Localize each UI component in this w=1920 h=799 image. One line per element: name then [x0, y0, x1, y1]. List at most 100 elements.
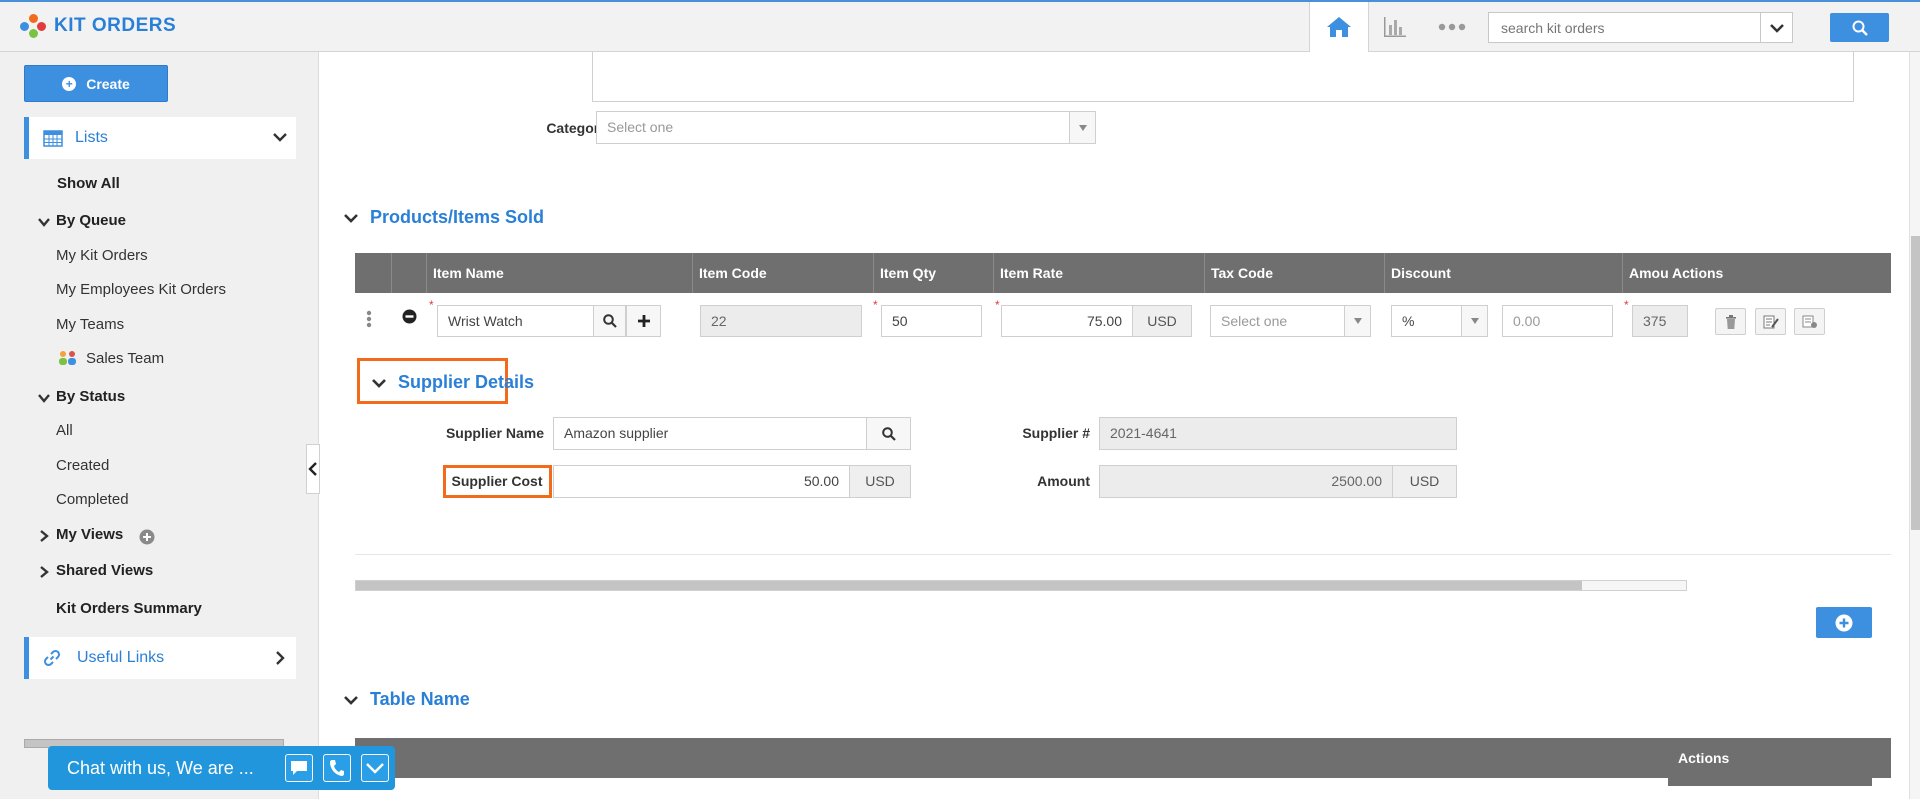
trash-icon	[1725, 314, 1736, 329]
products-section-header[interactable]: Products/Items Sold	[344, 207, 544, 228]
useful-links-panel-header[interactable]: Useful Links	[24, 637, 296, 679]
supplier-number-field: 2021-4641	[1099, 417, 1457, 450]
delete-row-button[interactable]	[1715, 308, 1746, 335]
link-icon	[43, 649, 61, 667]
supplier-search-button[interactable]	[866, 417, 911, 450]
supplier-section-title: Supplier Details	[398, 372, 535, 392]
sidebar-item-completed[interactable]: Completed	[56, 491, 129, 508]
supplier-name-label: Supplier Name	[445, 425, 544, 441]
chat-call-button[interactable]	[323, 754, 351, 782]
chevron-down-icon[interactable]	[38, 216, 50, 228]
more-button[interactable]	[1434, 12, 1470, 42]
chevron-right-icon	[276, 651, 285, 665]
home-icon	[1327, 17, 1351, 37]
calendar-icon	[43, 130, 63, 147]
search-icon	[602, 314, 617, 328]
plus-circle-icon	[1835, 614, 1853, 631]
more-icon	[1438, 23, 1466, 31]
add-item-button[interactable]	[626, 305, 661, 337]
column-header-discount[interactable]: Discount	[1384, 253, 1622, 293]
app-logo[interactable]: KIT ORDERS	[18, 14, 176, 38]
description-textarea[interactable]	[592, 52, 1854, 102]
plus-icon	[637, 315, 650, 327]
item-code-field: 22	[700, 305, 862, 337]
column-header-tax-code[interactable]: Tax Code	[1204, 253, 1384, 293]
show-all-link[interactable]: Show All	[57, 175, 120, 192]
home-button[interactable]	[1309, 2, 1369, 52]
chevron-down-icon	[372, 378, 386, 388]
table-name-section-header[interactable]: Table Name	[344, 689, 470, 710]
item-name-input[interactable]: Wrist Watch	[437, 305, 594, 337]
column-header-amount[interactable]: Amou	[1622, 253, 1670, 293]
item-rate-input[interactable]: 75.00	[1001, 305, 1133, 337]
products-section-title: Products/Items Sold	[370, 207, 545, 227]
row-settings-button[interactable]	[1794, 308, 1825, 335]
chevron-right-icon[interactable]	[38, 566, 50, 578]
sidebar-item-my-kit-orders[interactable]: My Kit Orders	[56, 247, 148, 264]
supplier-section-header[interactable]: Supplier Details	[372, 372, 534, 393]
sidebar-item-my-employees-kit-orders[interactable]: My Employees Kit Orders	[56, 281, 226, 298]
shared-views-toggle[interactable]: Shared Views	[56, 562, 153, 579]
sidebar-item-my-teams[interactable]: My Teams	[56, 316, 124, 333]
discount-value-input[interactable]: 0.00	[1502, 305, 1613, 337]
column-header-item-qty[interactable]: Item Qty	[873, 253, 993, 293]
bar-chart-icon	[1384, 17, 1406, 37]
column-header-item-rate[interactable]: Item Rate	[993, 253, 1204, 293]
chat-text[interactable]: Chat with us, We are ...	[67, 758, 275, 779]
caret-down-icon	[1069, 112, 1095, 143]
create-button[interactable]: + Create	[24, 65, 168, 102]
amount-field: 375	[1632, 305, 1688, 337]
by-status-toggle[interactable]: By Status	[56, 388, 125, 405]
remove-row-icon[interactable]	[402, 309, 417, 324]
required-marker: *	[995, 298, 1000, 312]
team-icon	[59, 351, 76, 365]
drag-column-header	[355, 253, 391, 293]
add-row-button[interactable]	[1816, 607, 1872, 638]
drag-handle-icon[interactable]	[366, 310, 372, 328]
sidebar-item-created[interactable]: Created	[56, 457, 109, 474]
category-select[interactable]: Select one	[596, 111, 1096, 144]
item-search-button[interactable]	[593, 305, 626, 337]
search-input[interactable]	[1489, 13, 1754, 42]
search-box	[1488, 12, 1793, 43]
search-scope-dropdown[interactable]	[1760, 13, 1792, 42]
tax-code-select-value: Select one	[1221, 313, 1288, 329]
chat-message-button[interactable]	[285, 754, 313, 782]
tax-code-select[interactable]: Select one	[1210, 305, 1371, 337]
chevron-right-icon[interactable]	[38, 530, 50, 542]
sidebar-item-all[interactable]: All	[56, 422, 73, 439]
required-marker: *	[873, 298, 878, 312]
discount-type-select[interactable]: %	[1391, 305, 1488, 337]
by-queue-toggle[interactable]: By Queue	[56, 212, 126, 229]
chat-minimize-button[interactable]	[361, 754, 389, 782]
collapse-sidebar-button[interactable]	[306, 444, 320, 494]
lists-label: Lists	[75, 129, 108, 146]
app-title: KIT ORDERS	[54, 15, 177, 36]
kit-orders-summary-link[interactable]: Kit Orders Summary	[56, 600, 202, 617]
chevron-down-icon	[366, 763, 384, 774]
lists-panel-header[interactable]: Lists	[24, 117, 296, 159]
supplier-number-label: Supplier #	[1022, 425, 1090, 441]
scrollbar-thumb[interactable]	[356, 581, 1582, 590]
chevron-down-icon[interactable]	[38, 392, 50, 404]
column-header-item-name[interactable]: Item Name	[426, 253, 692, 293]
search-button[interactable]	[1830, 13, 1889, 42]
add-view-icon[interactable]	[139, 529, 155, 545]
message-icon	[291, 761, 307, 775]
products-grid-scrollbar[interactable]	[355, 580, 1687, 591]
my-views-toggle[interactable]: My Views	[56, 526, 123, 543]
scrollbar-thumb[interactable]	[1911, 236, 1920, 530]
item-qty-input[interactable]: 50	[881, 305, 982, 337]
sidebar-item-sales-team[interactable]: Sales Team	[86, 350, 164, 367]
edit-icon	[1763, 315, 1779, 328]
column-header-item-code[interactable]: Item Code	[692, 253, 873, 293]
chevron-down-icon	[273, 133, 287, 142]
chat-widget[interactable]: Chat with us, We are ...	[48, 746, 395, 790]
reports-button[interactable]	[1380, 12, 1410, 42]
table-name-grid-header	[355, 738, 1891, 778]
page-scrollbar[interactable]	[1909, 52, 1920, 799]
supplier-cost-currency: USD	[849, 465, 911, 498]
edit-row-button[interactable]	[1755, 308, 1786, 335]
supplier-cost-input[interactable]: 50.00	[553, 465, 850, 498]
supplier-name-input[interactable]: Amazon supplier	[553, 417, 867, 450]
